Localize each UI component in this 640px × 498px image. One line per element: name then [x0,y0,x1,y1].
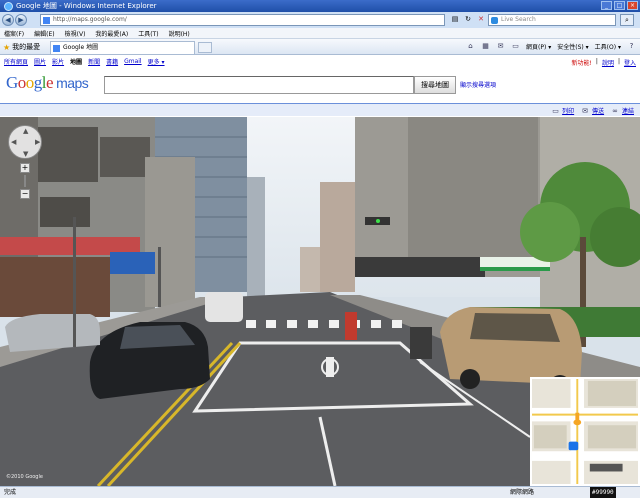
command-bar: ⌂ ▦ ✉ ▭ 網頁(P) ▾ 安全性(S) ▾ 工具(O) ▾ ? [466,42,636,51]
back-button[interactable]: ◀ [2,14,14,26]
permalink-label[interactable]: 連結 [622,108,634,115]
gbar-link-images[interactable]: 圖片 [34,57,46,66]
maximize-button[interactable]: □ [614,1,625,10]
window-title: Google 地圖 - Windows Internet Explorer [16,2,157,10]
live-search-icon [491,17,498,24]
street-view-minimap[interactable] [530,377,640,486]
menu-view[interactable]: 檢視(V) [65,29,86,38]
minimap-image [532,379,638,484]
close-button[interactable]: × [627,1,638,10]
menu-file[interactable]: 檔案(F) [4,29,24,38]
user-links: 新功能! | 說明 | 登入 [571,58,637,67]
tab-label: Google 地圖 [63,44,99,51]
live-search-placeholder: Live Search [501,16,536,23]
print-link-label[interactable]: 列印 [562,108,574,115]
cmd-page[interactable]: 網頁(P) ▾ [526,42,551,51]
site-favicon-icon [43,17,50,24]
pan-right-icon[interactable]: ▶ [35,138,40,146]
live-search-input[interactable]: Live Search [488,14,616,26]
search-go-icon[interactable]: ⌕ [620,14,634,26]
gbar-link-gmail[interactable]: Gmail [124,58,142,65]
envelope-icon: ✉ [582,106,588,115]
address-toolbar: ◀ ▶ http://maps.google.com/ ▤ ↻ ✕ Live S… [0,12,640,28]
gbar-link-news[interactable]: 新聞 [88,57,100,66]
print-link[interactable]: ▭ 列印 [552,106,574,115]
permalink-link[interactable]: ∞ 連結 [612,106,634,115]
shop-signs-right [355,257,485,277]
distant-building [247,177,265,297]
map-link-bar: ▭ 列印 ✉ 傳送 ∞ 連結 [0,103,640,116]
zoom-in-button[interactable]: + [20,163,30,173]
google-maps-logo[interactable]: Google maps [6,73,89,93]
help-icon[interactable]: ? [627,42,636,51]
favorites-button[interactable]: ★ 我的最愛 [3,42,40,52]
new-tab-button[interactable] [198,42,212,53]
refresh-icon[interactable]: ↻ [463,14,473,24]
forward-button[interactable]: ▶ [15,14,27,26]
gbar-link-books[interactable]: 書籍 [106,57,118,66]
stop-icon[interactable]: ✕ [476,14,486,24]
scooter-rider [410,327,432,359]
cmd-safety[interactable]: 安全性(S) ▾ [557,42,588,51]
status-text: 完成 [4,489,17,496]
search-maps-button[interactable]: 搜尋地圖 [414,76,456,94]
pan-down-icon[interactable]: ▼ [23,150,28,158]
new-features-link[interactable]: 新功能! [572,58,592,67]
mail-icon[interactable]: ✉ [496,42,505,51]
gbar-link-web[interactable]: 所有網頁 [4,57,28,66]
address-url: http://maps.google.com/ [53,16,127,23]
distant-building [300,247,320,292]
left-mid-building [145,157,195,307]
tab-google-maps[interactable]: Google 地圖 [50,41,195,54]
zoom-slider[interactable] [24,175,26,187]
map-copyright: ©2010 Google [6,474,43,480]
pan-control[interactable]: ▲ ▼ ◀ ▶ [8,125,42,159]
zoom-level[interactable]: #99990 [590,487,616,498]
zoom-out-button[interactable]: − [20,189,30,199]
menu-favorites[interactable]: 我的最愛(A) [95,29,128,38]
google-bar: 所有網頁 圖片 影片 地圖 新聞 書籍 Gmail 更多 ▾ [0,56,640,67]
menu-edit[interactable]: 編輯(E) [34,29,54,38]
compatibility-icon[interactable]: ▤ [450,14,460,24]
home-icon[interactable]: ⌂ [466,42,475,51]
tab-bar: ★ 我的最愛 Google 地圖 ⌂ ▦ ✉ ▭ 網頁(P) ▾ 安全性(S) … [0,39,640,55]
menu-bar: 檔案(F) 編輯(E) 檢視(V) 我的最愛(A) 工具(T) 說明(H) [0,28,640,39]
map-search-input[interactable] [104,76,414,94]
feeds-icon[interactable]: ▦ [481,42,490,51]
chain-link-icon: ∞ [612,106,618,115]
send-link-label[interactable]: 傳送 [592,108,604,115]
window-titlebar: Google 地圖 - Windows Internet Explorer _ … [0,0,640,12]
status-bar: 完成 網際網路 #99990 [0,486,640,498]
printer-icon: ▭ [552,106,559,115]
search-options-link[interactable]: 顯示搜尋選項 [460,80,496,89]
send-link[interactable]: ✉ 傳送 [582,106,604,115]
address-actions: ▤ ↻ ✕ [450,14,486,24]
signin-link[interactable]: 登入 [624,58,636,67]
menu-tools[interactable]: 工具(T) [138,29,158,38]
white-car [205,292,243,322]
pan-left-icon[interactable]: ◀ [11,138,16,146]
window-controls: _ □ × [601,1,638,10]
zoom-control: + − [19,163,31,199]
street-view-panorama[interactable]: ▲ ▼ ◀ ▶ + − ©2010 Google [0,117,640,486]
print-icon[interactable]: ▭ [511,42,520,51]
minimize-button[interactable]: _ [601,1,612,10]
star-icon: ★ [3,42,11,52]
favorites-label: 我的最愛 [12,43,41,51]
tab-favicon-icon [53,45,60,52]
scooter-rider [345,312,357,340]
security-zone[interactable]: 網際網路 [510,487,534,498]
address-input[interactable]: http://maps.google.com/ [40,14,445,26]
shop-sign-blue [110,252,155,274]
gbar-link-more[interactable]: 更多 ▾ [148,57,165,66]
help-link[interactable]: 說明 [602,58,614,67]
gbar-link-maps: 地圖 [70,59,83,66]
cmd-tools[interactable]: 工具(O) ▾ [595,42,621,51]
gbar-link-video[interactable]: 影片 [52,57,64,66]
pan-up-icon[interactable]: ▲ [23,127,28,135]
menu-help[interactable]: 說明(H) [169,29,190,38]
ie-logo-icon [4,1,13,11]
distant-building [320,182,355,292]
